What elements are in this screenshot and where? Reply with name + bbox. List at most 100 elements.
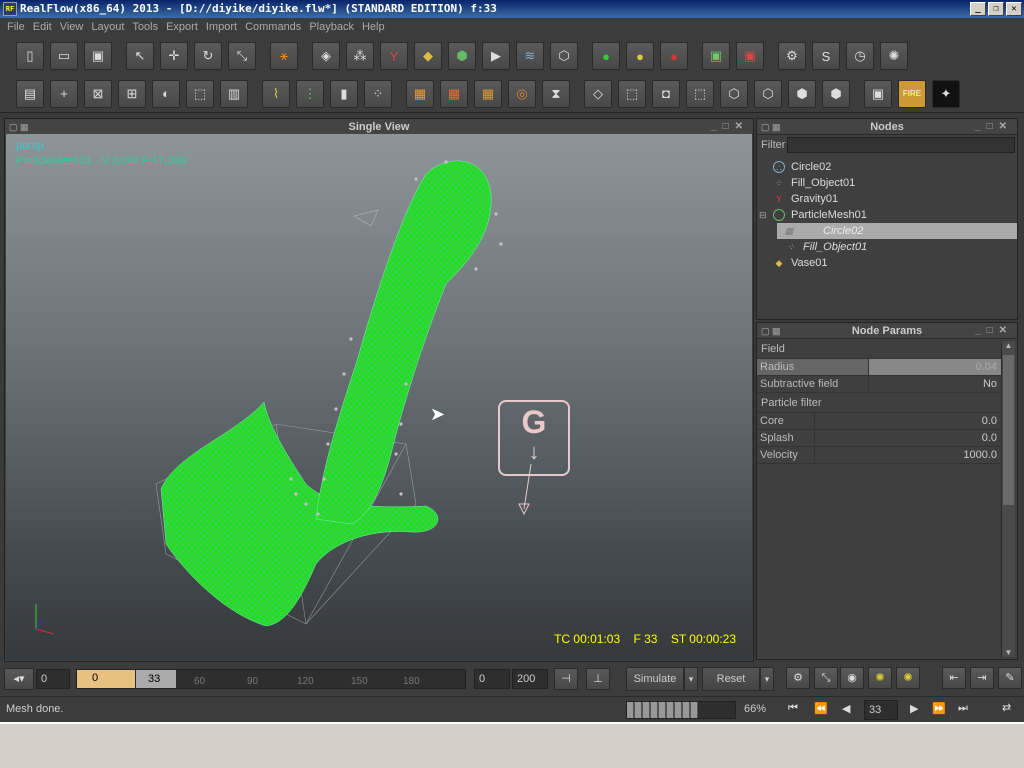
node-vase01[interactable]: ◆ Vase01: [757, 255, 1017, 271]
keyframe-icon[interactable]: ⊣: [554, 668, 578, 690]
minimize-button[interactable]: _: [970, 2, 986, 16]
menu-export[interactable]: Export: [163, 18, 203, 37]
reset-dropdown-icon[interactable]: ▾: [760, 667, 774, 691]
menu-commands[interactable]: Commands: [242, 18, 306, 37]
timeline-current-frame[interactable]: 33: [136, 670, 176, 688]
panel-window-icons[interactable]: _□✕: [975, 119, 1013, 135]
add-rigid-icon[interactable]: ⬡: [550, 42, 578, 70]
cube-smooth-icon[interactable]: ⬢: [788, 79, 816, 108]
section-particle-filter[interactable]: Particle filter: [757, 393, 1001, 413]
play-back-icon[interactable]: ◀: [842, 702, 850, 715]
notes-icon[interactable]: ▮: [330, 79, 358, 108]
play-forward-icon[interactable]: ▶: [910, 702, 918, 715]
timeline-start-field[interactable]: 0: [36, 669, 70, 689]
add-object-icon[interactable]: ◆: [414, 42, 442, 70]
menu-view[interactable]: View: [57, 18, 89, 37]
reset-button[interactable]: Reset: [702, 667, 760, 691]
rotate-tool-icon[interactable]: ↻: [194, 42, 222, 70]
export-cache-icon[interactable]: ▣: [702, 42, 730, 70]
add-mesh-icon[interactable]: ⬢: [448, 42, 476, 70]
param-splash[interactable]: Splash 0.0: [757, 430, 1001, 447]
cube-solid-icon[interactable]: ⬢: [822, 79, 850, 108]
params-scrollbar[interactable]: ▲ ▼: [1001, 341, 1015, 657]
add-wave-icon[interactable]: ≋: [516, 42, 544, 70]
cube-wire-icon[interactable]: ⬡: [720, 79, 748, 108]
node-fill-object01[interactable]: ⁘ Fill_Object01: [757, 175, 1017, 191]
3d-viewport[interactable]: persp ParticleMesh01 - V:3,092 F:17,008: [6, 134, 752, 660]
open-scene-icon[interactable]: ▭: [50, 42, 78, 70]
node-particlemesh01[interactable]: ⊟ ParticleMesh01: [757, 207, 1017, 223]
key-next-icon[interactable]: ⇥: [970, 667, 994, 689]
panel-window-icons[interactable]: _□✕: [975, 323, 1013, 339]
keyframe-add-icon[interactable]: ⊥: [586, 668, 610, 690]
scale-tool-icon[interactable]: ⤡: [228, 42, 256, 70]
timeline-marker[interactable]: 0: [92, 672, 98, 684]
visibility-eye-icon[interactable]: ◉: [840, 667, 864, 689]
hourglass-icon[interactable]: ⧗: [542, 79, 570, 108]
current-frame-field[interactable]: 33: [864, 700, 898, 720]
reset-cache-icon[interactable]: ▣: [736, 42, 764, 70]
sun-light-alt-icon[interactable]: ✺: [896, 667, 920, 689]
menu-playback[interactable]: Playback: [306, 18, 359, 37]
menu-layout[interactable]: Layout: [88, 18, 129, 37]
particle-tool-icon[interactable]: ⁘: [364, 79, 392, 108]
add-camera-icon[interactable]: ▶: [482, 42, 510, 70]
menu-edit[interactable]: Edit: [30, 18, 57, 37]
simulate-button[interactable]: Simulate: [626, 667, 684, 691]
isolate-icon[interactable]: ◐: [152, 79, 180, 108]
go-end-icon[interactable]: ⏭: [958, 702, 968, 715]
box-open-icon[interactable]: ⬚: [186, 79, 214, 108]
menu-tools[interactable]: Tools: [129, 18, 163, 37]
restore-button[interactable]: ❐: [988, 2, 1004, 16]
grid-shaded-icon[interactable]: ▦: [440, 79, 468, 108]
move-tool-icon[interactable]: ✛: [160, 42, 188, 70]
cube-flat-icon[interactable]: ⬡: [754, 79, 782, 108]
param-radius[interactable]: Radius 0.04: [757, 359, 1001, 376]
new-scene-icon[interactable]: ▯: [16, 42, 44, 70]
node-circle02-child[interactable]: ▦ Circle02: [777, 223, 1017, 239]
edit-mode-icon[interactable]: ⤡: [814, 667, 838, 689]
red-light-icon[interactable]: ●: [660, 42, 688, 70]
node-fill-object01-child[interactable]: ⁘ Fill_Object01: [757, 239, 1017, 255]
go-start-icon[interactable]: ⏮: [788, 702, 798, 715]
gravity-daemon-icon[interactable]: G ↓: [498, 400, 570, 476]
grid-texture-icon[interactable]: ▦: [474, 79, 502, 108]
layer-icon[interactable]: ▤: [16, 79, 44, 108]
brain-script-icon[interactable]: ✺: [880, 42, 908, 70]
collapse-icon[interactable]: ⊟: [759, 207, 767, 223]
param-velocity[interactable]: Velocity 1000.0: [757, 447, 1001, 464]
add-daemon-icon[interactable]: Y: [380, 42, 408, 70]
render-icon[interactable]: ▣: [864, 79, 892, 108]
axis-tool-icon[interactable]: ⚹: [270, 42, 298, 70]
select-tool-icon[interactable]: ↖: [126, 42, 154, 70]
section-field[interactable]: Field: [757, 339, 1001, 359]
wire-bbox-icon[interactable]: ⬚: [618, 79, 646, 108]
yellow-light-icon[interactable]: ●: [626, 42, 654, 70]
graph-script-icon[interactable]: ⚙: [778, 42, 806, 70]
key-prev-icon[interactable]: ⇤: [942, 667, 966, 689]
batch-script-icon[interactable]: S: [812, 42, 840, 70]
box-closed-icon[interactable]: ▥: [220, 79, 248, 108]
group-icon[interactable]: ⊞: [118, 79, 146, 108]
panel-grip-icon[interactable]: ▢ ▦: [761, 119, 781, 135]
unlink-icon[interactable]: ⊠: [84, 79, 112, 108]
frame-all-icon[interactable]: ⬚: [686, 79, 714, 108]
grid-render-icon[interactable]: ▦: [406, 79, 434, 108]
view-settings-icon[interactable]: ⚙: [786, 667, 810, 689]
node-circle02[interactable]: ∴ Circle02: [757, 159, 1017, 175]
timer-script-icon[interactable]: ◷: [846, 42, 874, 70]
save-scene-icon[interactable]: ▣: [84, 42, 112, 70]
bbox-icon[interactable]: ◇: [584, 79, 612, 108]
panel-window-icons[interactable]: _□✕: [711, 119, 749, 135]
param-core[interactable]: Core 0.0: [757, 413, 1001, 430]
range-end-field[interactable]: 200: [512, 669, 548, 689]
grid-target-icon[interactable]: ◎: [508, 79, 536, 108]
curve-editor-icon[interactable]: ⌇: [262, 79, 290, 108]
relationship-editor-icon[interactable]: ⋮: [296, 79, 324, 108]
menu-help[interactable]: Help: [359, 18, 390, 37]
range-start-field[interactable]: 0: [474, 669, 510, 689]
close-button[interactable]: ✕: [1006, 2, 1022, 16]
step-forward-icon[interactable]: ⏩: [932, 702, 946, 715]
panel-grip-icon[interactable]: ▢ ▦: [9, 119, 29, 135]
fire-icon[interactable]: FIRE: [898, 79, 926, 108]
